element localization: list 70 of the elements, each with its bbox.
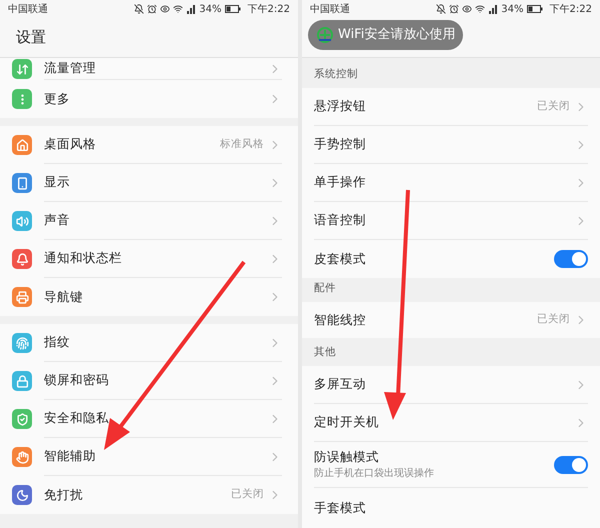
section-header: 系统控制 — [314, 67, 358, 82]
item-label: 安全和隐私 — [44, 409, 110, 428]
settings-item[interactable]: 流量管理 — [0, 58, 298, 80]
item-label: 锁屏和密码 — [44, 371, 110, 390]
carrier-name: 中国联通 — [8, 2, 48, 16]
item-label: 多屏互动 — [314, 375, 367, 394]
settings-item[interactable]: 手势控制 — [302, 126, 600, 164]
clock-time: 下午2:22 — [248, 2, 290, 16]
toast-text: WiFi安全请放心使用 — [338, 26, 456, 44]
item-label: 导航键 — [44, 288, 84, 306]
eye-icon — [160, 4, 170, 14]
item-value: 已关闭 — [537, 98, 570, 114]
item-label: 智能辅助 — [44, 447, 97, 466]
item-label: 悬浮按钮 — [314, 97, 367, 116]
mute-icon — [436, 4, 446, 14]
settings-item[interactable]: 手套模式 — [302, 488, 600, 528]
clock-time: 下午2:22 — [550, 2, 592, 16]
toggle-switch[interactable] — [554, 250, 588, 268]
item-subtitle: 防止手机在口袋出现误操作 — [314, 466, 435, 482]
battery-icon — [224, 5, 241, 13]
settings-item[interactable]: 指纹 — [0, 324, 298, 362]
item-label: 单手操作 — [314, 173, 367, 192]
mute-icon — [134, 4, 144, 14]
item-label: 指纹 — [44, 333, 71, 352]
toggle-switch[interactable] — [554, 456, 588, 474]
settings-item[interactable]: 语音控制 — [302, 202, 600, 240]
item-label: 流量管理 — [44, 59, 97, 78]
signal-icon — [488, 4, 498, 14]
settings-item[interactable]: 智能线控 已关闭 — [302, 302, 600, 338]
eye-icon — [462, 4, 472, 14]
battery-icon — [526, 5, 543, 13]
settings-item[interactable]: 单手操作 — [302, 164, 600, 202]
wifi-icon — [173, 4, 184, 14]
item-label: 手势控制 — [314, 135, 367, 154]
item-label: 智能线控 — [314, 310, 367, 329]
settings-item[interactable]: 悬浮按钮 已关闭 — [302, 88, 600, 126]
settings-item[interactable]: 更多 — [0, 80, 298, 118]
section-header: 配件 — [314, 281, 336, 296]
battery-percent: 34% — [501, 2, 524, 16]
screen-title: 设置 — [16, 27, 46, 48]
settings-item[interactable]: 免打扰 已关闭 — [0, 476, 298, 514]
alarm-icon — [449, 4, 460, 14]
item-value: 标准风格 — [220, 136, 264, 152]
item-label: 通知和状态栏 — [44, 249, 123, 268]
carrier-name: 中国联通 — [310, 2, 350, 16]
item-label: 桌面风格 — [44, 135, 97, 154]
item-label: 防误触模式 — [314, 448, 380, 466]
wifi-icon — [475, 4, 486, 14]
shield-plus-icon — [316, 26, 334, 44]
signal-icon — [186, 4, 196, 14]
item-label: 免打扰 — [44, 486, 84, 504]
item-label: 更多 — [44, 90, 71, 108]
battery-percent: 34% — [199, 2, 222, 16]
settings-item[interactable]: 显示 — [0, 164, 298, 202]
settings-item[interactable]: 桌面风格 标准风格 — [0, 126, 298, 164]
item-label: 显示 — [44, 173, 71, 192]
settings-item[interactable]: 多屏互动 — [302, 366, 600, 404]
settings-item[interactable]: 锁屏和密码 — [0, 362, 298, 400]
item-value: 已关闭 — [537, 312, 570, 328]
settings-item[interactable]: 声音 — [0, 202, 298, 240]
section-header: 其他 — [314, 345, 336, 360]
settings-item[interactable]: 导航键 — [0, 278, 298, 316]
item-label: 定时开关机 — [314, 413, 380, 432]
item-label: 皮套模式 — [314, 250, 367, 268]
alarm-icon — [147, 4, 158, 14]
item-label: 语音控制 — [314, 211, 367, 230]
item-value: 已关闭 — [231, 487, 264, 502]
item-label: 声音 — [44, 211, 71, 230]
settings-item[interactable]: 通知和状态栏 — [0, 240, 298, 278]
settings-item[interactable]: 定时开关机 — [302, 404, 600, 442]
